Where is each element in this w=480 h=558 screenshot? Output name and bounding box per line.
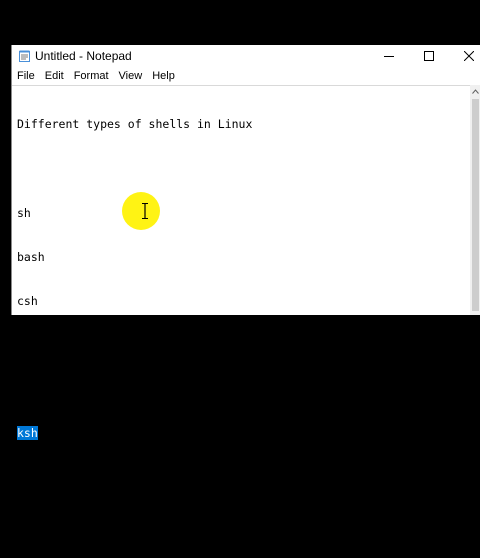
text-line <box>17 162 252 177</box>
notepad-icon <box>19 50 30 62</box>
notepad-window: Untitled - Notepad File Edit Format View… <box>11 45 480 528</box>
menu-bar: File Edit Format View Help <box>12 67 480 85</box>
text-line: dash <box>17 514 45 529</box>
window-title: Untitled - Notepad <box>35 49 132 63</box>
ibeam-cursor-icon <box>142 203 148 219</box>
text-line: Busybox <box>17 470 66 485</box>
vertical-scrollbar[interactable] <box>470 85 480 315</box>
text-line: bash <box>17 249 45 264</box>
title-bar[interactable]: Untitled - Notepad <box>12 45 480 67</box>
maximize-button[interactable] <box>410 45 448 67</box>
text-line: tcsh <box>17 337 45 352</box>
menu-file[interactable]: File <box>12 70 40 82</box>
close-icon <box>464 51 474 61</box>
minimize-button[interactable] <box>370 45 408 67</box>
scroll-up-button[interactable] <box>470 85 480 98</box>
text-line-selected: ksh <box>17 426 252 441</box>
close-button[interactable] <box>450 45 480 67</box>
menu-help[interactable]: Help <box>147 70 180 82</box>
maximize-icon <box>424 51 434 61</box>
minimize-icon <box>384 56 394 57</box>
text-line: zsh <box>17 381 38 396</box>
menu-edit[interactable]: Edit <box>40 70 69 82</box>
scrollbar-thumb[interactable] <box>472 99 479 311</box>
menu-format[interactable]: Format <box>69 70 114 82</box>
chevron-up-icon <box>472 89 479 94</box>
text-line: Different types of shells in Linux <box>17 117 253 132</box>
selected-text: ksh <box>17 426 38 441</box>
text-editor[interactable]: Different types of shells in Linux sh ba… <box>12 85 470 528</box>
menu-view[interactable]: View <box>114 70 148 82</box>
editor-content: Different types of shells in Linux sh ba… <box>17 88 252 558</box>
text-line: csh <box>17 293 38 308</box>
